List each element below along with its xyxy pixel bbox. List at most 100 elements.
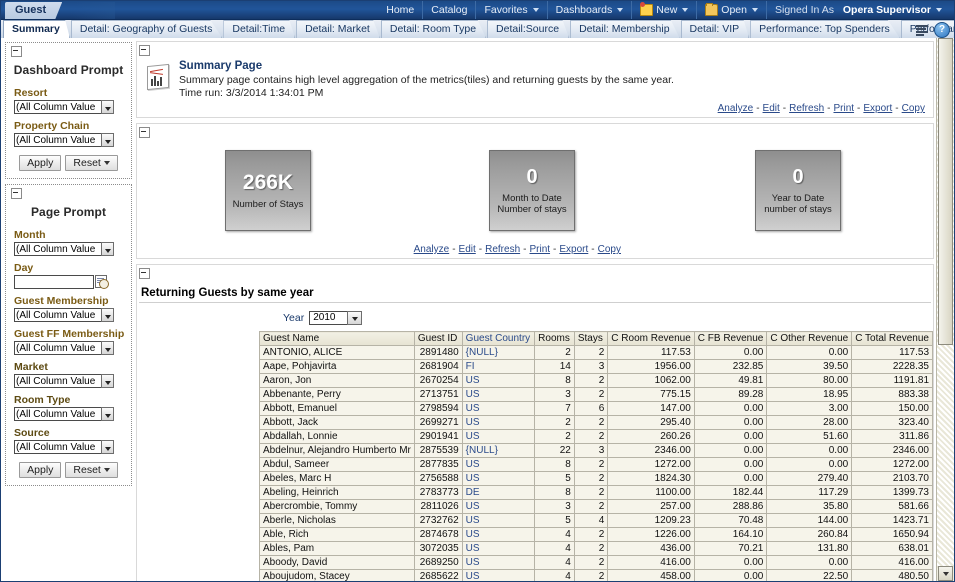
market-combo[interactable] (14, 374, 114, 388)
scroll-down-button[interactable] (938, 566, 953, 581)
dashboard-apply-button[interactable]: Apply (19, 155, 61, 171)
chevron-down-icon[interactable] (101, 374, 114, 388)
tab-performance-top-spenders[interactable]: Performance: Top Spenders (750, 20, 900, 38)
tab-detail-vip[interactable]: Detail: VIP (681, 20, 750, 38)
print-link[interactable]: Print (833, 103, 854, 114)
edit-link[interactable]: Edit (459, 244, 476, 255)
tile-year-to-date-stays[interactable]: 0 Year to Date number of stays (755, 150, 841, 231)
tile-number-of-stays[interactable]: 266K Number of Stays (225, 150, 311, 231)
chevron-down-icon[interactable] (101, 440, 114, 454)
nav-dashboards[interactable]: Dashboards (547, 1, 632, 19)
cell-guest-country[interactable]: FI (462, 360, 535, 374)
col-guest-id[interactable]: Guest ID (414, 332, 462, 346)
edit-link[interactable]: Edit (763, 103, 780, 114)
nav-open[interactable]: Open (696, 1, 766, 19)
property-chain-combo[interactable] (14, 133, 114, 147)
col-stays[interactable]: Stays (574, 332, 607, 346)
nav-catalog[interactable]: Catalog (422, 1, 475, 19)
room-type-combo[interactable] (14, 407, 114, 421)
guest-ff-membership-input[interactable] (14, 341, 101, 355)
collapse-report-header-icon[interactable] (139, 45, 150, 56)
cell-guest-country[interactable]: US (462, 514, 535, 528)
cell-guest-country[interactable]: US (462, 430, 535, 444)
export-link[interactable]: Export (863, 103, 892, 114)
chevron-down-icon[interactable] (101, 100, 114, 114)
cell-guest-country[interactable]: US (462, 528, 535, 542)
cell-guest-country[interactable]: US (462, 472, 535, 486)
resort-input[interactable] (14, 100, 101, 114)
cell-guest-country[interactable]: {NULL} (462, 346, 535, 360)
page-reset-button[interactable]: Reset (65, 462, 117, 478)
month-combo[interactable] (14, 242, 114, 256)
tab-detail-time[interactable]: Detail:Time (223, 20, 295, 38)
tab-detail-room-type[interactable]: Detail: Room Type (381, 20, 486, 38)
guest-membership-combo[interactable] (14, 308, 114, 322)
tab-detail-source[interactable]: Detail:Source (487, 20, 569, 38)
chevron-down-icon[interactable] (101, 341, 114, 355)
cell-guest-country[interactable]: US (462, 556, 535, 570)
property-chain-input[interactable] (14, 133, 101, 147)
cell-guest-country[interactable]: US (462, 570, 535, 582)
month-input[interactable] (14, 242, 101, 256)
cell-guest-country[interactable]: DE (462, 486, 535, 500)
guest-membership-input[interactable] (14, 308, 101, 322)
col-rooms[interactable]: Rooms (535, 332, 575, 346)
col-c-other-revenue[interactable]: C Other Revenue (767, 332, 852, 346)
dashboard-name-tab[interactable]: Guest (5, 2, 62, 19)
analyze-link[interactable]: Analyze (718, 103, 754, 114)
page-apply-button[interactable]: Apply (19, 462, 61, 478)
nav-favorites[interactable]: Favorites (475, 1, 546, 19)
tab-detail-market[interactable]: Detail: Market (296, 20, 380, 38)
copy-link[interactable]: Copy (598, 244, 621, 255)
page-vertical-scrollbar[interactable] (936, 38, 954, 581)
col-guest-country[interactable]: Guest Country (462, 332, 535, 346)
cell-guest-country[interactable]: {NULL} (462, 444, 535, 458)
refresh-link[interactable]: Refresh (789, 103, 824, 114)
nav-home[interactable]: Home (378, 1, 422, 19)
tab-summary[interactable]: Summary (3, 20, 70, 38)
cell-guest-country[interactable]: US (462, 374, 535, 388)
collapse-returning-guests-icon[interactable] (139, 268, 150, 279)
collapse-tiles-icon[interactable] (139, 127, 150, 138)
year-select[interactable]: 2010 (309, 311, 362, 325)
dashboard-reset-button[interactable]: Reset (65, 155, 117, 171)
guest-ff-membership-combo[interactable] (14, 341, 114, 355)
market-input[interactable] (14, 374, 101, 388)
cell-guest-country[interactable]: US (462, 542, 535, 556)
collapse-page-prompt-icon[interactable] (11, 188, 22, 199)
cell-guest-country[interactable]: US (462, 458, 535, 472)
resort-combo[interactable] (14, 100, 114, 114)
source-input[interactable] (14, 440, 101, 454)
nav-signed-in-as[interactable]: Signed In As Opera Supervisor (766, 1, 950, 19)
chevron-down-icon[interactable] (101, 242, 114, 256)
chevron-down-icon[interactable] (101, 407, 114, 421)
scrollbar-thumb[interactable] (938, 38, 953, 345)
export-link[interactable]: Export (559, 244, 588, 255)
analyze-link[interactable]: Analyze (414, 244, 450, 255)
page-options-icon[interactable] (916, 24, 929, 36)
col-c-room-revenue[interactable]: C Room Revenue (608, 332, 694, 346)
cell-guest-country[interactable]: US (462, 500, 535, 514)
cell-guest-country[interactable]: US (462, 416, 535, 430)
day-input[interactable] (14, 275, 94, 289)
print-link[interactable]: Print (529, 244, 550, 255)
calendar-picker-icon[interactable] (95, 275, 109, 289)
help-icon[interactable]: ? (934, 22, 950, 38)
chevron-down-icon[interactable] (347, 311, 362, 325)
room-type-input[interactable] (14, 407, 101, 421)
col-guest-name[interactable]: Guest Name (260, 332, 415, 346)
tab-detail-geography-of-guests[interactable]: Detail: Geography of Guests (71, 20, 223, 38)
nav-new[interactable]: New (631, 1, 696, 19)
source-combo[interactable] (14, 440, 114, 454)
tile-month-to-date-stays[interactable]: 0 Month to Date Number of stays (489, 150, 575, 231)
refresh-link[interactable]: Refresh (485, 244, 520, 255)
collapse-dashboard-prompt-icon[interactable] (11, 46, 22, 57)
col-c-total-revenue[interactable]: C Total Revenue (852, 332, 933, 346)
tab-detail-membership[interactable]: Detail: Membership (570, 20, 679, 38)
chevron-down-icon[interactable] (101, 308, 114, 322)
cell-guest-country[interactable]: US (462, 388, 535, 402)
copy-link[interactable]: Copy (902, 103, 925, 114)
chevron-down-icon[interactable] (101, 133, 114, 147)
col-c-fb-revenue[interactable]: C FB Revenue (694, 332, 767, 346)
cell-guest-country[interactable]: US (462, 402, 535, 416)
